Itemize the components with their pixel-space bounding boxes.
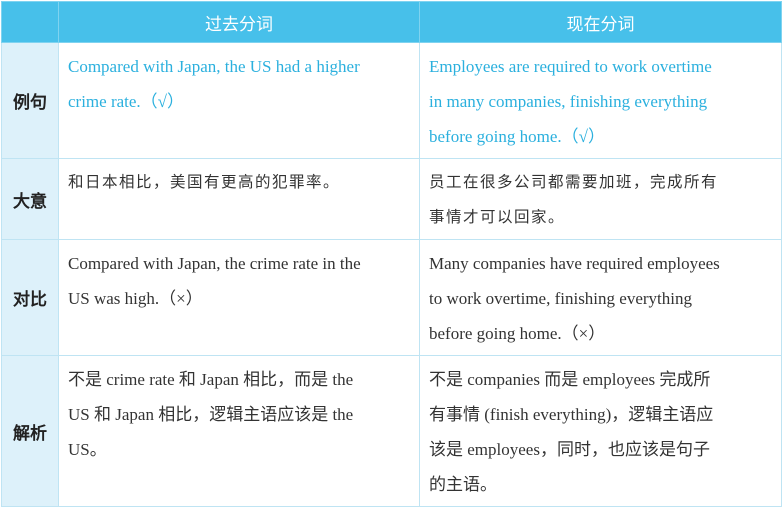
row-label-example: 例句 [1, 42, 59, 159]
cell-present-meaning: 员工在很多公司都需要加班，完成所有 事情才可以回家。 [419, 158, 782, 240]
cell-past-analysis: 不是 crime rate 和 Japan 相比，而是 the US 和 Jap… [58, 355, 420, 507]
header-present-participle: 现在分词 [419, 1, 782, 43]
text-line: 的主语。 [429, 475, 497, 494]
text-line: in many companies, finishing everything [429, 92, 708, 111]
cell-past-example: Compared with Japan, the US had a higher… [58, 42, 420, 159]
text-line: 该是 employees，同时，也应该是句子 [429, 440, 710, 459]
text-line: Compared with Japan, the crime rate in t… [68, 254, 361, 273]
cell-past-contrast: Compared with Japan, the crime rate in t… [58, 239, 420, 356]
table-row-analysis: 解析 不是 crime rate 和 Japan 相比，而是 the US 和 … [1, 355, 782, 507]
text-line: before going home.（√） [429, 127, 605, 146]
header-past-participle: 过去分词 [58, 1, 420, 43]
row-label-contrast: 对比 [1, 239, 59, 356]
text-line: US was high.（×） [68, 289, 203, 308]
text-line: US。 [68, 440, 107, 459]
text-line: Employees are required to work overtime [429, 57, 712, 76]
cell-past-meaning: 和日本相比，美国有更高的犯罪率。 [58, 158, 420, 240]
text-line: 和日本相比，美国有更高的犯罪率。 [68, 173, 341, 191]
text-line: 不是 companies 而是 employees 完成所 [429, 370, 711, 389]
cell-present-analysis: 不是 companies 而是 employees 完成所 有事情 (finis… [419, 355, 782, 507]
text-line: 事情才可以回家。 [429, 208, 566, 226]
cell-present-contrast: Many companies have required employees t… [419, 239, 782, 356]
text-line: 不是 crime rate 和 Japan 相比，而是 the [68, 370, 354, 389]
text-line: to work overtime, finishing everything [429, 289, 692, 308]
text-line: before going home.（×） [429, 324, 606, 343]
text-line: Compared with Japan, the US had a higher [68, 57, 360, 76]
text-line: crime rate.（√） [68, 92, 185, 111]
grammar-comparison-table: 过去分词 现在分词 例句 Compared with Japan, the US… [1, 1, 782, 507]
text-line: US 和 Japan 相比，逻辑主语应该是 the [68, 405, 354, 424]
header-corner [1, 1, 59, 43]
table-row-contrast: 对比 Compared with Japan, the crime rate i… [1, 239, 782, 356]
row-label-analysis: 解析 [1, 355, 59, 507]
table-row-example: 例句 Compared with Japan, the US had a hig… [1, 42, 782, 159]
header-row: 过去分词 现在分词 [1, 1, 782, 43]
row-label-meaning: 大意 [1, 158, 59, 240]
text-line: Many companies have required employees [429, 254, 720, 273]
text-line: 员工在很多公司都需要加班，完成所有 [429, 173, 719, 191]
text-line: 有事情 (finish everything)，逻辑主语应 [429, 405, 714, 424]
cell-present-example: Employees are required to work overtime … [419, 42, 782, 159]
table-row-meaning: 大意 和日本相比，美国有更高的犯罪率。 员工在很多公司都需要加班，完成所有 事情… [1, 158, 782, 240]
